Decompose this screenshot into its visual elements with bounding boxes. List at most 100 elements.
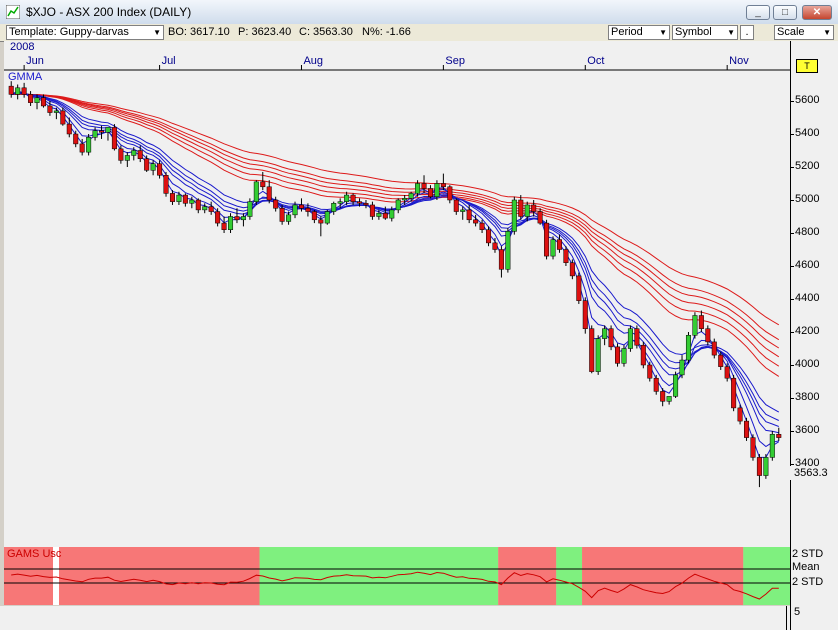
candle (15, 87, 21, 95)
candle (73, 133, 79, 145)
candle (705, 328, 711, 343)
symbol-dropdown[interactable]: Symbol ▼ (672, 25, 738, 40)
candle (769, 434, 775, 458)
year-label: 2008 (10, 41, 35, 53)
y-tick-line (790, 200, 794, 201)
candle (247, 201, 253, 217)
indicator-zone (556, 547, 583, 605)
candle (698, 315, 704, 329)
y-tick-line (790, 233, 794, 234)
candle (569, 262, 575, 277)
candle (79, 143, 85, 153)
indicator-zone (498, 547, 557, 605)
candle (750, 437, 756, 458)
candle (298, 204, 304, 209)
month-label: Aug (303, 55, 324, 67)
candle (550, 239, 556, 257)
price-chart-area[interactable] (4, 41, 790, 547)
bo-value: BO: 3617.10 (168, 26, 230, 38)
gams-indicator-panel[interactable]: GAMS Usc (4, 547, 838, 605)
chevron-down-icon: ▼ (153, 28, 161, 37)
candle (311, 211, 317, 221)
p-value: P: 3623.40 (238, 26, 292, 38)
candle (40, 97, 46, 107)
candle (215, 211, 221, 224)
candle (415, 183, 421, 194)
candle (582, 300, 588, 329)
scale-dropdown[interactable]: Scale ▼ (774, 25, 834, 40)
candle (395, 199, 401, 211)
candle (408, 193, 414, 199)
dot-button[interactable]: . (740, 25, 754, 40)
candle (157, 163, 163, 176)
candle (511, 199, 517, 232)
candle (369, 204, 375, 217)
indicator-label: GMMA (8, 71, 43, 83)
candle (531, 204, 537, 212)
candle (389, 209, 395, 219)
y-tick-label: 5200 (795, 160, 820, 172)
candle (744, 420, 750, 438)
candle (221, 222, 227, 230)
trade-marker[interactable]: T (796, 59, 818, 73)
short-ema-line (11, 93, 780, 413)
indicator-zone (582, 547, 744, 605)
y-tick-line (790, 266, 794, 267)
short-ema-line (10, 90, 780, 458)
maximize-button[interactable]: □ (773, 5, 797, 20)
period-dropdown[interactable]: Period ▼ (608, 25, 670, 40)
candle (679, 359, 685, 376)
candle (634, 328, 640, 346)
minimize-button[interactable]: _ (746, 5, 770, 20)
candle (524, 204, 530, 217)
candle (292, 204, 298, 216)
candle (279, 208, 285, 222)
indicator-zone (259, 547, 499, 605)
candle (228, 216, 234, 230)
y-tick-label: 4800 (795, 226, 820, 238)
symbol-label: Symbol (675, 26, 712, 38)
candle (331, 203, 337, 212)
candle (253, 181, 259, 202)
y-tick-line (790, 365, 794, 366)
y-tick-label: 4000 (795, 358, 820, 370)
price-chart (4, 65, 790, 488)
candle (169, 193, 175, 202)
scale-label: Scale (777, 26, 805, 38)
candle (498, 249, 504, 270)
candle (685, 335, 691, 361)
chart-icon (6, 5, 20, 19)
candle (602, 328, 608, 339)
y-tick-label: 3800 (795, 391, 820, 403)
candle (260, 181, 266, 188)
candle (350, 194, 356, 202)
gams-indicator-chart (4, 547, 838, 605)
y-tick-line (790, 101, 794, 102)
candle (427, 188, 433, 197)
candle (718, 354, 724, 367)
y-tick-line (790, 134, 794, 135)
std-lower-label: 2 STD (792, 576, 824, 588)
candle (344, 194, 350, 202)
candle (105, 127, 111, 133)
candle (473, 219, 479, 224)
template-dropdown[interactable]: Template: Guppy-darvas ▼ (6, 25, 164, 40)
candle (492, 242, 498, 250)
candle (8, 85, 14, 95)
candle (711, 341, 717, 356)
y-tick-label: 5600 (795, 94, 820, 106)
candle (124, 155, 130, 161)
y-tick-label: 5000 (795, 193, 820, 205)
candle (163, 175, 169, 194)
candle (595, 338, 601, 372)
lower-indicator-label: GAMS Usc (7, 548, 62, 560)
candle (202, 206, 208, 211)
last-price-label: 3563.3 (790, 466, 838, 480)
candle (647, 364, 653, 379)
candle (137, 150, 143, 159)
candle (479, 222, 485, 230)
candle (453, 199, 459, 212)
close-button[interactable]: ✕ (802, 5, 832, 20)
y-tick-label: 5400 (795, 127, 820, 139)
c-value: C: 3563.30 (299, 26, 353, 38)
